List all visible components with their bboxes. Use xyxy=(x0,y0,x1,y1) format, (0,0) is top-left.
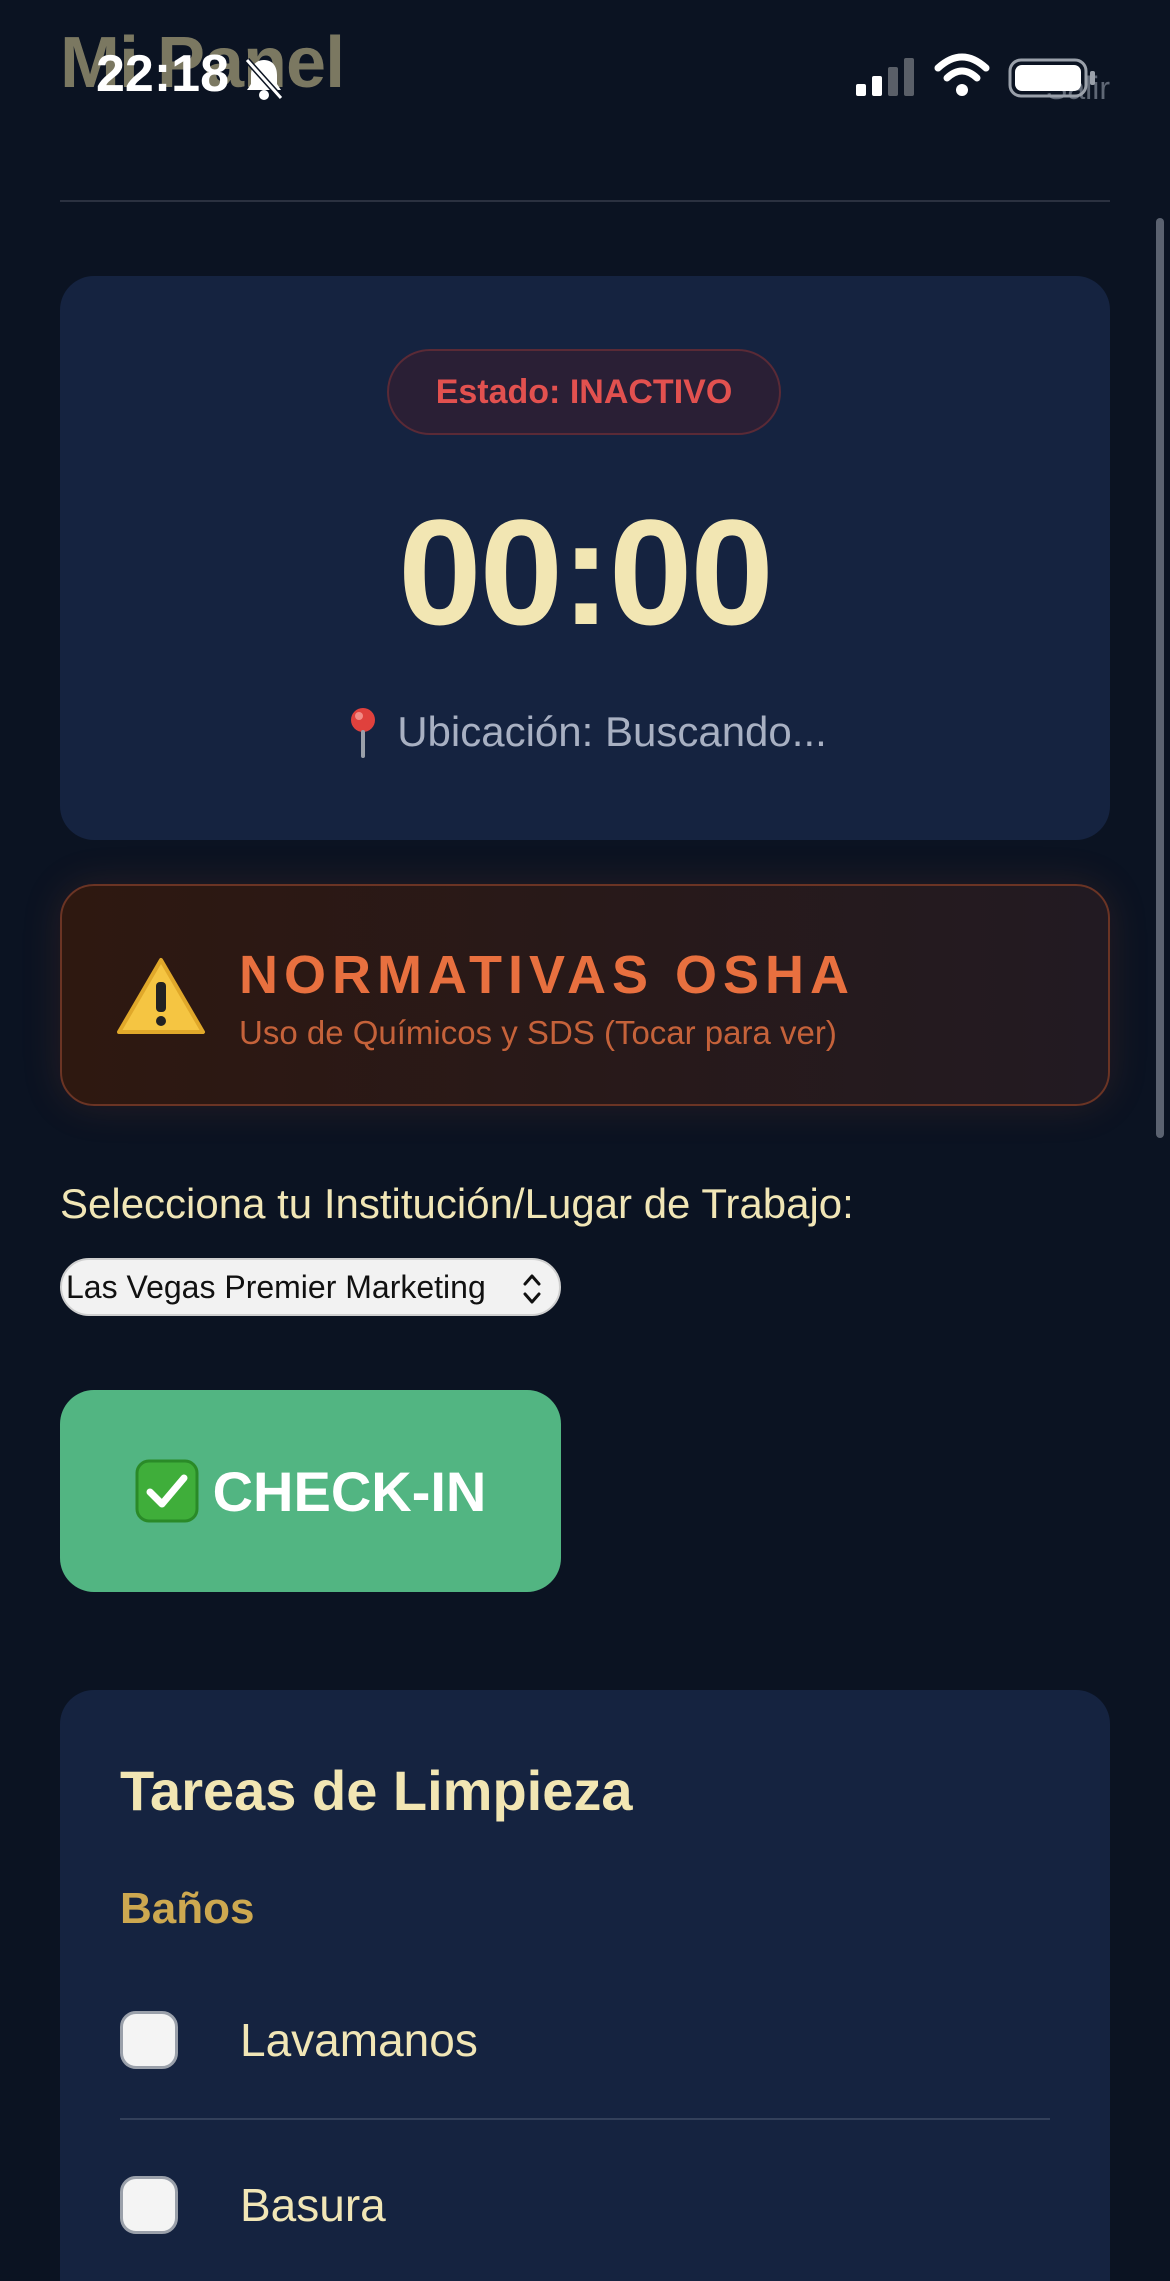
task-item[interactable]: Basura xyxy=(120,2155,1050,2255)
checkin-label: CHECK-IN xyxy=(212,1459,487,1523)
timer-card: Estado: INACTIVO 00:00 Ubicación: Buscan… xyxy=(60,276,1110,840)
status-bar-time: 22:18 xyxy=(96,45,229,103)
battery-icon xyxy=(1008,58,1095,98)
elapsed-timer: 00:00 xyxy=(398,488,774,656)
tasks-section-heading: Baños xyxy=(120,1884,255,1933)
select-arrows-icon xyxy=(523,1274,541,1304)
osha-subtitle: Uso de Químicos y SDS (Tocar para ver) xyxy=(239,1014,837,1051)
warning-icon xyxy=(117,958,205,1034)
task-checkbox[interactable] xyxy=(120,2176,178,2234)
task-label: Lavamanos xyxy=(240,2014,478,2066)
checkin-button[interactable]: CHECK-IN xyxy=(60,1390,561,1592)
workplace-label: Selecciona tu Institución/Lugar de Traba… xyxy=(60,1180,854,1227)
status-badge: Estado: INACTIVO xyxy=(387,349,781,435)
task-checkbox[interactable] xyxy=(120,2011,178,2069)
workplace-selected-value: Las Vegas Premier Marketing xyxy=(66,1268,486,1305)
header-divider xyxy=(60,200,1110,202)
workplace-select[interactable]: Las Vegas Premier Marketing xyxy=(60,1258,561,1316)
cellular-signal-icon xyxy=(856,58,914,96)
osha-title: NORMATIVAS OSHA xyxy=(239,945,855,1005)
scrollbar[interactable] xyxy=(1156,218,1164,1138)
check-mark-icon xyxy=(135,1459,199,1523)
task-label: Basura xyxy=(240,2179,386,2231)
tasks-card: Tareas de Limpieza Baños Lavamanos Basur… xyxy=(60,1690,1110,2281)
location-status: Ubicación: Buscando... xyxy=(60,706,1110,758)
silent-bell-icon xyxy=(244,57,284,101)
map-pin-icon xyxy=(351,708,376,758)
wifi-icon xyxy=(934,53,990,96)
location-text: Ubicación: Buscando... xyxy=(397,708,827,755)
task-divider xyxy=(120,2118,1050,2120)
tasks-title: Tareas de Limpieza xyxy=(120,1759,633,1822)
page: Mi Panel Salir 22:18 Estado: INACTIVO 00… xyxy=(0,0,1170,2281)
task-item[interactable]: Lavamanos xyxy=(120,1990,1050,2090)
osha-banner[interactable]: NORMATIVAS OSHA Uso de Químicos y SDS (T… xyxy=(60,884,1110,1106)
